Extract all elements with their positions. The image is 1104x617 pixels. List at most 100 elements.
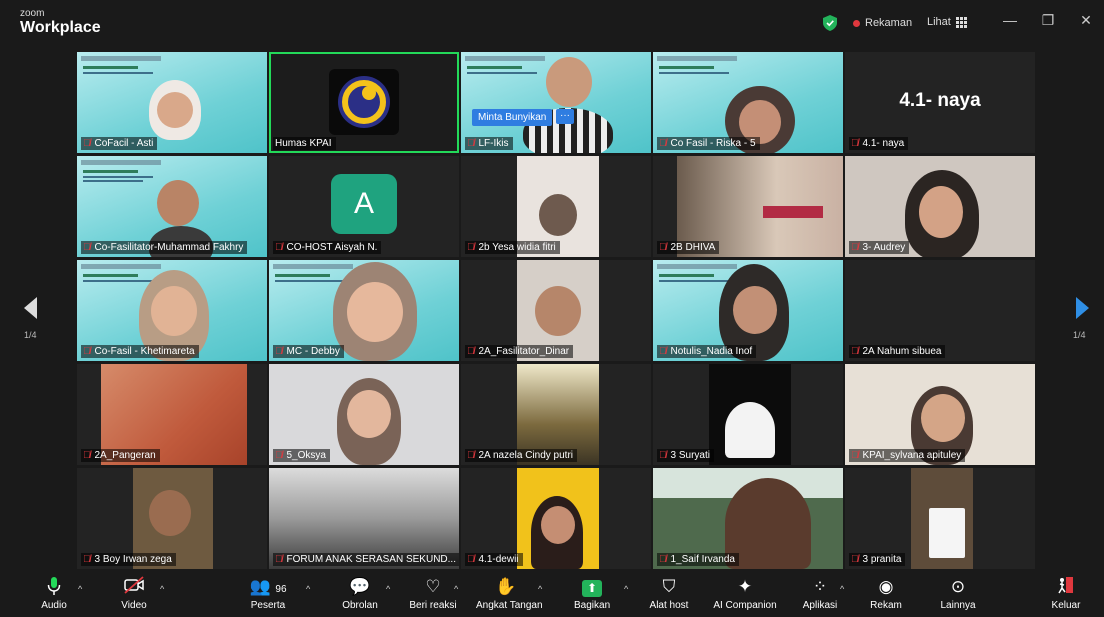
participants-options-chevron-icon[interactable]: ^ bbox=[306, 584, 310, 594]
kpai-logo bbox=[329, 69, 399, 135]
view-label: Lihat bbox=[927, 16, 951, 28]
video-tile[interactable]: 🎙̸ 2A nazela Cindy putri bbox=[461, 364, 651, 465]
participant-name: 🎙̸ 2A nazela Cindy putri bbox=[465, 449, 578, 462]
video-tile[interactable]: 🎙̸ LF-Ikis bbox=[461, 52, 651, 153]
video-tile[interactable]: 🎙̸ 1_Saif Irvanda bbox=[653, 468, 843, 569]
view-button[interactable]: Lihat bbox=[927, 16, 967, 28]
heart-icon: ♡ bbox=[425, 577, 441, 596]
chat-icon: 💬 bbox=[349, 577, 371, 596]
video-tile[interactable]: 🎙̸ 2B DHIVA bbox=[653, 156, 843, 257]
recording-indicator[interactable]: Rekaman bbox=[853, 17, 912, 29]
leave-button[interactable]: Keluar bbox=[1048, 576, 1084, 611]
participant-name: 🎙̸ MC - Debby bbox=[273, 345, 344, 358]
video-tile[interactable]: 🎙̸ KPAI_sylvana apituley bbox=[845, 364, 1035, 465]
share-options-chevron-icon[interactable]: ^ bbox=[624, 584, 628, 594]
share-screen-icon: ⬆ bbox=[582, 580, 602, 597]
video-off-icon bbox=[118, 576, 150, 598]
participant-name: 🎙̸ 2A_Pangeran bbox=[81, 449, 160, 462]
video-tile[interactable]: 🎙̸ 2A_Pangeran bbox=[77, 364, 267, 465]
close-button[interactable]: ✕ bbox=[1076, 12, 1096, 29]
participant-name: 🎙̸ Notulis_Nadia Inof bbox=[657, 345, 757, 358]
participant-name: 🎙̸ CoFacil - Asti bbox=[81, 137, 158, 150]
participants-count: 96 bbox=[275, 584, 287, 595]
recording-dot-icon bbox=[853, 19, 860, 27]
video-tile[interactable]: 🎙̸ 4.1-dewii bbox=[461, 468, 651, 569]
video-tile[interactable]: 🎙̸ 3 Suryati bbox=[653, 364, 843, 465]
video-tile[interactable]: 🎙̸ 3 Boy Irwan zega bbox=[77, 468, 267, 569]
participant-name: 🎙̸ 2b Yesa widia fitri bbox=[465, 241, 560, 254]
video-tile[interactable]: 🎙̸ Co-Fasilitator-Muhammad Fakhry bbox=[77, 156, 267, 257]
participant-name: 🎙̸ 2A_Fasilitator_Dinar bbox=[465, 345, 574, 358]
raise-hand-button[interactable]: ✋ Angkat Tangan bbox=[476, 576, 543, 611]
participant-name: 🎙̸ 1_Saif Irvanda bbox=[657, 553, 739, 566]
participants-button[interactable]: 👥 96 Peserta bbox=[248, 576, 288, 611]
raise-hand-options-chevron-icon[interactable]: ^ bbox=[538, 584, 542, 594]
next-page-button[interactable] bbox=[1075, 297, 1089, 322]
video-tile[interactable]: 🎙̸ CoFacil - Asti bbox=[77, 52, 267, 153]
participant-name: 🎙̸ 2A Nahum sibuea bbox=[849, 345, 946, 358]
meeting-toolbar: Audio ^ Video ^ 👥 96 Peserta ^ 💬 Obrolan… bbox=[0, 570, 1104, 617]
share-button[interactable]: ⬆ Bagikan bbox=[574, 576, 610, 611]
more-button[interactable]: ⊙ Lainnya bbox=[938, 576, 978, 611]
participant-name: 🎙̸ 5_Oksya bbox=[273, 449, 330, 462]
ai-companion-button[interactable]: ✦ AI Companion bbox=[712, 576, 778, 611]
title-bar: zoom Workplace Rekaman Lihat — ❐ ✕ bbox=[0, 0, 1104, 46]
participant-name: 🎙̸ LF-Ikis bbox=[465, 137, 513, 150]
chat-button[interactable]: 💬 Obrolan bbox=[340, 576, 380, 611]
security-shield-icon[interactable] bbox=[823, 15, 837, 31]
video-button[interactable]: Video bbox=[118, 576, 150, 611]
participant-name: 🎙̸ 2B DHIVA bbox=[657, 241, 720, 254]
participant-name: 🎙̸ 4.1-dewii bbox=[465, 553, 523, 566]
record-button[interactable]: ◉ Rekam bbox=[868, 576, 904, 611]
avatar: A bbox=[331, 174, 397, 234]
chat-options-chevron-icon[interactable]: ^ bbox=[386, 584, 390, 594]
chevron-right-icon bbox=[1076, 297, 1089, 319]
video-tile-active-speaker[interactable]: Humas KPAI bbox=[269, 52, 459, 153]
minimize-button[interactable]: — bbox=[1000, 12, 1020, 28]
brand-small: zoom bbox=[20, 8, 45, 19]
sparkle-icon: ✦ bbox=[737, 577, 753, 596]
grid-icon bbox=[955, 16, 967, 28]
video-tile[interactable]: 🎙̸ MC - Debby bbox=[269, 260, 459, 361]
brand-big: Workplace bbox=[20, 19, 101, 36]
video-tile[interactable]: 🎙̸ FORUM ANAK SERASAN SEKUND... bbox=[269, 468, 459, 569]
ask-to-unmute-button[interactable]: Minta Bunyikan bbox=[472, 109, 553, 126]
video-tile[interactable]: 🎙̸ Notulis_Nadia Inof bbox=[653, 260, 843, 361]
host-tools-button[interactable]: ⛉ Alat host bbox=[648, 576, 690, 611]
tile-more-button[interactable]: ··· bbox=[556, 109, 574, 124]
app-logo: zoom Workplace bbox=[20, 9, 101, 36]
participant-name: 🎙̸ 3 Boy Irwan zega bbox=[81, 553, 176, 566]
video-tile[interactable]: 🎙̸ 3- Audrey bbox=[845, 156, 1035, 257]
page-indicator-right: 1/4 bbox=[1073, 330, 1086, 340]
restore-button[interactable]: ❐ bbox=[1038, 12, 1058, 29]
prev-page-button[interactable] bbox=[24, 297, 38, 322]
apps-icon: ⁘ bbox=[812, 577, 828, 596]
host-shield-icon: ⛉ bbox=[662, 577, 676, 596]
raise-hand-icon: ✋ bbox=[495, 577, 517, 596]
audio-button[interactable]: Audio bbox=[38, 576, 70, 611]
video-tile[interactable]: A 🎙̸ CO-HOST Aisyah N. bbox=[269, 156, 459, 257]
react-button[interactable]: ♡ Beri reaksi bbox=[408, 576, 458, 611]
react-options-chevron-icon[interactable]: ^ bbox=[454, 584, 458, 594]
participant-name: 🎙̸ 4.1- naya bbox=[849, 137, 909, 150]
page-indicator-left: 1/4 bbox=[24, 330, 37, 340]
video-options-chevron-icon[interactable]: ^ bbox=[160, 584, 164, 594]
apps-button[interactable]: ⁘ Aplikasi bbox=[800, 576, 840, 611]
video-tile[interactable]: 🎙̸ 3 pranita bbox=[845, 468, 1035, 569]
chevron-left-icon bbox=[24, 297, 37, 319]
audio-options-chevron-icon[interactable]: ^ bbox=[78, 584, 82, 594]
participant-name: 🎙̸ Co-Fasil - Khetimareta bbox=[81, 345, 199, 358]
apps-options-chevron-icon[interactable]: ^ bbox=[840, 584, 844, 594]
video-tile[interactable]: 🎙̸ 2A Nahum sibuea bbox=[845, 260, 1035, 361]
video-tile[interactable]: 🎙̸ 2A_Fasilitator_Dinar bbox=[461, 260, 651, 361]
video-tile[interactable]: 4.1- naya 🎙̸ 4.1- naya bbox=[845, 52, 1035, 153]
video-tile[interactable]: 🎙̸ Co Fasil - Riska - 5 bbox=[653, 52, 843, 153]
participant-name: 🎙̸ Co-Fasilitator-Muhammad Fakhry bbox=[81, 241, 248, 254]
video-tile[interactable]: 🎙̸ Co-Fasil - Khetimareta bbox=[77, 260, 267, 361]
participant-name: 🎙̸ 3 pranita bbox=[849, 553, 906, 566]
video-tile[interactable]: 🎙̸ 2b Yesa widia fitri bbox=[461, 156, 651, 257]
more-dots-icon: ⊙ bbox=[950, 577, 966, 596]
video-tile[interactable]: 🎙̸ 5_Oksya bbox=[269, 364, 459, 465]
participant-name: 🎙̸ KPAI_sylvana apituley bbox=[849, 449, 966, 462]
participants-icon: 👥 bbox=[249, 577, 271, 596]
